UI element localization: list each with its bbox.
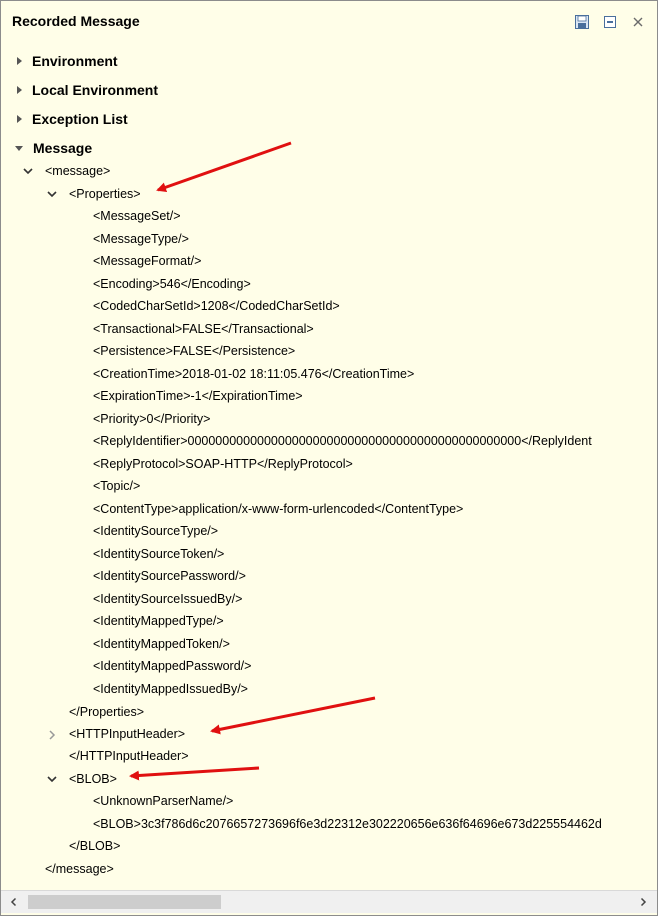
tree-node-blob[interactable]: <BLOB>: [69, 769, 117, 789]
minimize-icon[interactable]: [601, 13, 619, 31]
tree-leaf[interactable]: <IdentitySourceToken/>: [93, 544, 224, 564]
tree-leaf[interactable]: <MessageSet/>: [93, 206, 181, 226]
tree-leaf[interactable]: <ContentType>application/x-www-form-urle…: [93, 499, 463, 519]
tree-leaf[interactable]: <BLOB>3c3f786d6c2076657273696f6e3d22312e…: [93, 814, 602, 834]
tree-node-blob-close: </BLOB>: [69, 839, 121, 853]
tree-leaf[interactable]: <IdentitySourceIssuedBy/>: [93, 589, 242, 609]
tree-node-httpinputheader-close: </HTTPInputHeader>: [69, 749, 189, 763]
collapse-icon: [15, 145, 23, 151]
tree-leaf[interactable]: <IdentityMappedType/>: [93, 611, 224, 631]
scroll-left-button[interactable]: [4, 891, 24, 913]
chevron-right-icon: [640, 897, 647, 907]
section-local-environment[interactable]: Local Environment: [11, 80, 158, 100]
tree-leaf[interactable]: <Persistence>FALSE</Persistence>: [93, 341, 295, 361]
tree-leaf[interactable]: <Transactional>FALSE</Transactional>: [93, 319, 314, 339]
chevron-down-icon[interactable]: [45, 187, 59, 201]
tree-leaf[interactable]: <IdentityMappedIssuedBy/>: [93, 679, 248, 699]
tree-leaf[interactable]: <Encoding>546</Encoding>: [93, 274, 251, 294]
tree-node-properties-close: </Properties>: [69, 705, 145, 719]
tree-leaf[interactable]: <IdentitySourceType/>: [93, 521, 218, 541]
section-label: Local Environment: [32, 82, 159, 98]
tree-leaf[interactable]: <Priority>0</Priority>: [93, 409, 210, 429]
tree-leaf[interactable]: <CodedCharSetId>1208</CodedCharSetId>: [93, 296, 340, 316]
tree-leaf[interactable]: <UnknownParserName/>: [93, 791, 233, 811]
expand-icon: [17, 57, 22, 65]
tree-node-message-close: </message>: [45, 862, 114, 876]
tree-leaf[interactable]: <MessageFormat/>: [93, 251, 201, 271]
chevron-right-icon[interactable]: [45, 728, 59, 742]
panel-header: Recorded Message: [1, 1, 657, 41]
tree-node-message[interactable]: <message>: [45, 161, 110, 181]
panel-toolbar: [573, 13, 647, 31]
tree-leaf[interactable]: <MessageType/>: [93, 229, 189, 249]
section-label: Message: [33, 140, 93, 156]
horizontal-scrollbar[interactable]: [1, 890, 657, 913]
tree-leaf[interactable]: <IdentitySourcePassword/>: [93, 566, 246, 586]
tree-leaf[interactable]: <ExpirationTime>-1</ExpirationTime>: [93, 386, 303, 406]
scroll-thumb[interactable]: [28, 895, 221, 909]
tree-leaf[interactable]: <IdentityMappedToken/>: [93, 634, 230, 654]
tree-node-properties[interactable]: <Properties>: [69, 184, 141, 204]
section-label: Exception List: [32, 111, 128, 127]
tree-leaf[interactable]: <IdentityMappedPassword/>: [93, 656, 251, 676]
recorded-message-panel: Recorded Message Environment Local Envir…: [0, 0, 658, 916]
section-environment[interactable]: Environment: [11, 51, 118, 71]
expand-icon: [17, 115, 22, 123]
close-icon[interactable]: [629, 13, 647, 31]
chevron-down-icon[interactable]: [21, 164, 35, 178]
expand-icon: [17, 86, 22, 94]
section-exception-list[interactable]: Exception List: [11, 109, 128, 129]
tree-leaf[interactable]: <Topic/>: [93, 476, 140, 496]
chevron-left-icon: [10, 897, 17, 907]
tree-leaf[interactable]: <ReplyIdentifier>00000000000000000000000…: [93, 431, 592, 451]
tree-leaf[interactable]: <CreationTime>2018-01-02 18:11:05.476</C…: [93, 364, 414, 384]
scroll-right-button[interactable]: [633, 891, 653, 913]
tree-node-httpinputheader[interactable]: <HTTPInputHeader>: [69, 724, 185, 744]
section-label: Environment: [32, 53, 118, 69]
save-icon[interactable]: [573, 13, 591, 31]
section-message[interactable]: Message: [11, 138, 92, 158]
panel-title: Recorded Message: [12, 13, 140, 29]
tree-leaf[interactable]: <ReplyProtocol>SOAP-HTTP</ReplyProtocol>: [93, 454, 353, 474]
chevron-down-icon[interactable]: [45, 772, 59, 786]
